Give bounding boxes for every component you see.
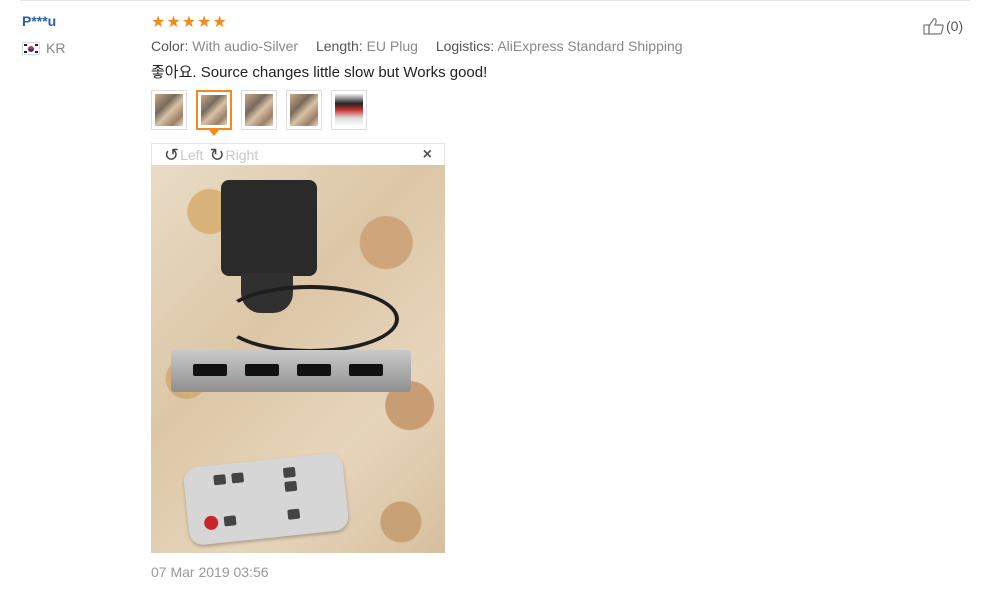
- attribute-key: Color:: [151, 38, 189, 54]
- attribute-logistics: Logistics: AliExpress Standard Shipping: [436, 38, 683, 54]
- photo-viewer: ↺ Left ↻ Right ×: [151, 143, 445, 553]
- photo-thumbnail[interactable]: [151, 90, 187, 130]
- star-icon: ★: [181, 14, 197, 31]
- review-content: ★ ★ ★ ★ ★ Color: With audio-Silver Lengt…: [151, 14, 851, 136]
- korea-flag-icon: [22, 41, 40, 55]
- attribute-key: Logistics:: [435, 38, 495, 54]
- reviewer-info: P***u KR: [22, 13, 65, 56]
- attribute-value: EU Plug: [366, 38, 418, 54]
- helpful-button[interactable]: (0): [923, 17, 963, 35]
- rotate-right-label: Right: [225, 146, 259, 163]
- top-divider: [20, 0, 970, 1]
- close-icon[interactable]: ×: [423, 146, 432, 164]
- rotate-left-icon: ↺: [164, 144, 180, 165]
- rotate-left-label: Left: [180, 146, 204, 163]
- attribute-length: Length: EU Plug: [316, 38, 422, 54]
- review-text: 좋아요. Source changes little slow but Work…: [151, 64, 488, 81]
- photo-thumbnails: [151, 90, 851, 136]
- photo-thumbnail[interactable]: [241, 90, 277, 130]
- review-date: 07 Mar 2019 03:56: [151, 564, 269, 580]
- star-icon: ★: [151, 14, 166, 31]
- cable-shape: [221, 285, 399, 353]
- review-photo: [151, 165, 445, 553]
- photo-thumbnail[interactable]: [286, 90, 322, 130]
- rotate-left-button[interactable]: ↺ Left: [164, 146, 203, 164]
- hdmi-switch-shape: [171, 350, 411, 392]
- star-rating: ★ ★ ★ ★ ★: [151, 14, 851, 32]
- country-code: KR: [46, 40, 66, 56]
- attribute-value: With audio-Silver: [192, 38, 299, 54]
- viewer-toolbar: ↺ Left ↻ Right ×: [151, 143, 445, 165]
- star-icon: ★: [212, 14, 227, 31]
- star-icon: ★: [166, 14, 181, 31]
- reviewer-name[interactable]: P***u: [22, 13, 65, 29]
- photo-thumbnail[interactable]: [331, 90, 367, 130]
- helpful-count: (0): [946, 18, 964, 34]
- attribute-color: Color: With audio-Silver: [151, 38, 302, 54]
- attribute-value: AliExpress Standard Shipping: [497, 38, 683, 54]
- reviewer-country: KR: [22, 40, 65, 56]
- attribute-key: Length:: [315, 38, 363, 54]
- order-attributes: Color: With audio-Silver Length: EU Plug…: [151, 38, 851, 54]
- thumbs-up-icon: [923, 18, 944, 35]
- star-icon: ★: [197, 14, 212, 31]
- remote-control-shape: [182, 451, 350, 547]
- power-adapter-shape: [221, 180, 317, 276]
- rotate-right-button[interactable]: ↻ Right: [209, 146, 258, 164]
- photo-thumbnail-active[interactable]: [196, 90, 232, 136]
- rotate-right-icon: ↻: [209, 144, 225, 165]
